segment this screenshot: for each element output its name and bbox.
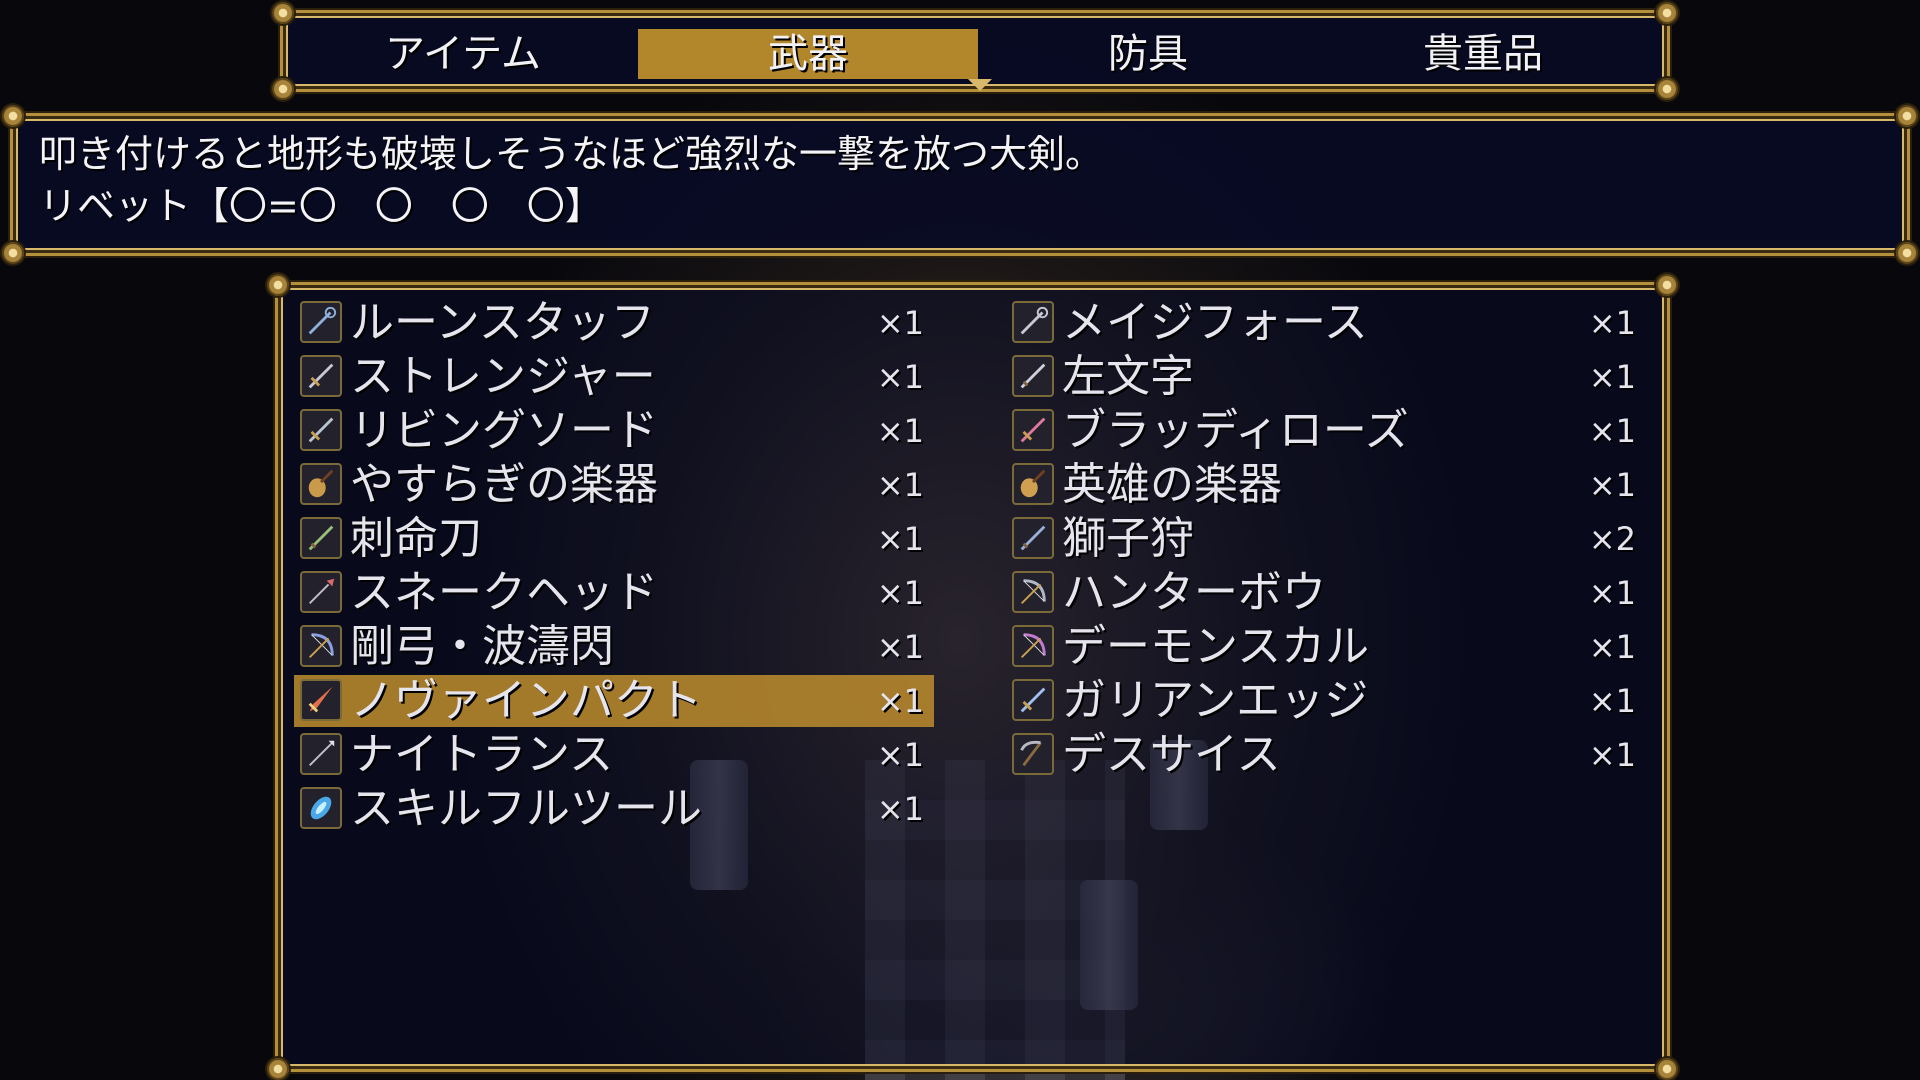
bow-icon <box>1012 625 1054 667</box>
weapon-quantity: ×1 <box>1588 466 1636 504</box>
frame-corner-ornament <box>1896 105 1918 127</box>
weapon-name: メイジフォース <box>1062 297 1368 348</box>
weapon-name: 英雄の楽器 <box>1062 459 1282 510</box>
weapon-name: やすらぎの楽器 <box>350 459 658 510</box>
weapon-name: ストレンジャー <box>350 351 656 402</box>
weapon-name: 剛弓・波濤閃 <box>350 621 614 672</box>
frame-corner-ornament <box>267 1058 289 1080</box>
weapon-name: 獅子狩 <box>1062 513 1194 564</box>
frame-corner-ornament <box>267 274 289 296</box>
weapon-list-item[interactable]: メイジフォース ×1 <box>1006 297 1646 349</box>
frame-corner-ornament <box>1656 78 1678 100</box>
weapon-name: デスサイス <box>1062 729 1281 780</box>
weapon-list-item[interactable]: 英雄の楽器 ×1 <box>1006 459 1646 511</box>
staff-icon <box>300 301 342 343</box>
weapon-quantity: ×1 <box>876 790 924 828</box>
lute-icon <box>300 463 342 505</box>
item-description-window: 叩き付けると地形も破壊しそうなほど強烈な一撃を放つ大剣。 リベット【〇=〇 〇 … <box>2 105 1918 264</box>
frame-corner-ornament <box>272 2 294 24</box>
weapon-list-item[interactable]: ルーンスタッフ ×1 <box>294 297 934 349</box>
weapon-quantity: ×1 <box>1588 736 1636 774</box>
weapon-list-item[interactable]: ストレンジャー ×1 <box>294 351 934 403</box>
sword-icon <box>1012 679 1054 721</box>
katana-icon <box>1012 517 1054 559</box>
katana-icon <box>1012 355 1054 397</box>
weapon-name: スネークヘッド <box>350 567 658 618</box>
weapon-list-item[interactable]: スキルフルツール ×1 <box>294 783 934 835</box>
weapon-name: デーモンスカル <box>1062 621 1370 672</box>
weapon-name: ナイトランス <box>350 729 614 780</box>
weapon-list-item[interactable]: 刺命刀 ×1 <box>294 513 934 565</box>
weapon-name: ガリアンエッジ <box>1062 675 1369 726</box>
weapon-list-item[interactable]: 剛弓・波濤閃 ×1 <box>294 621 934 673</box>
frame-corner-ornament <box>272 78 294 100</box>
description-line-2: リベット【〇=〇 〇 〇 〇】 <box>39 184 603 228</box>
weapon-name: 左文字 <box>1062 351 1194 402</box>
lance-icon <box>300 733 342 775</box>
weapon-list-item[interactable]: スネークヘッド ×1 <box>294 567 934 619</box>
katana-icon <box>300 517 342 559</box>
weapon-quantity: ×1 <box>1588 628 1636 666</box>
tab-armor[interactable]: 防具 <box>978 29 1318 79</box>
weapon-name: ノヴァインパクト <box>350 675 702 726</box>
weapon-quantity: ×1 <box>876 466 924 504</box>
weapon-name: ルーンスタッフ <box>350 297 655 348</box>
weapon-list-item[interactable]: リビングソード ×1 <box>294 405 934 457</box>
tool-icon <box>300 787 342 829</box>
weapon-name: リビングソード <box>350 405 658 456</box>
frame-corner-ornament <box>1656 274 1678 296</box>
weapon-quantity: ×1 <box>876 412 924 450</box>
weapon-quantity: ×1 <box>1588 412 1636 450</box>
spear-icon <box>300 571 342 613</box>
frame-corner-ornament <box>1896 242 1918 264</box>
weapon-list-item[interactable]: ブラッディローズ ×1 <box>1006 405 1646 457</box>
sword-icon <box>300 409 342 451</box>
weapon-name: スキルフルツール <box>350 783 702 834</box>
scythe-icon <box>1012 733 1054 775</box>
weapon-quantity: ×1 <box>876 520 924 558</box>
weapon-list-item[interactable]: ガリアンエッジ ×1 <box>1006 675 1646 727</box>
frame-corner-ornament <box>1656 2 1678 24</box>
weapon-list-item[interactable]: ナイトランス ×1 <box>294 729 934 781</box>
frame-corner-ornament <box>1656 1058 1678 1080</box>
bow-icon <box>1012 571 1054 613</box>
staff-icon <box>1012 301 1054 343</box>
lute-icon <box>1012 463 1054 505</box>
weapon-list-item[interactable]: デーモンスカル ×1 <box>1006 621 1646 673</box>
bow-icon <box>300 625 342 667</box>
frame-corner-ornament <box>2 105 24 127</box>
tab-weapons[interactable]: 武器 <box>638 29 978 79</box>
weapon-quantity: ×1 <box>876 358 924 396</box>
category-tab-bar: アイテム 武器 防具 貴重品 <box>272 2 1678 100</box>
description-line-1: 叩き付けると地形も破壊しそうなほど強烈な一撃を放つ大剣。 <box>39 132 1104 176</box>
weapon-quantity: ×1 <box>876 682 924 720</box>
tab-cursor-arrow-icon <box>968 79 992 91</box>
weapon-list-item[interactable]: 獅子狩 ×2 <box>1006 513 1646 565</box>
weapon-name: 刺命刀 <box>350 513 482 564</box>
weapon-list-item[interactable]: やすらぎの楽器 ×1 <box>294 459 934 511</box>
weapon-quantity: ×1 <box>876 574 924 612</box>
sword-icon <box>1012 409 1054 451</box>
weapon-quantity: ×1 <box>876 736 924 774</box>
weapon-quantity: ×1 <box>876 628 924 666</box>
weapon-list-window: ルーンスタッフ ×1 ストレンジャー ×1 リビングソード ×1 やすらぎの楽器 ×1 刺命刀 ×… <box>267 274 1678 1080</box>
tab-valuables[interactable]: 貴重品 <box>1313 29 1653 79</box>
weapon-quantity: ×2 <box>1588 520 1636 558</box>
sword-icon <box>300 355 342 397</box>
weapon-quantity: ×1 <box>1588 682 1636 720</box>
frame-corner-ornament <box>2 242 24 264</box>
weapon-quantity: ×1 <box>1588 304 1636 342</box>
weapon-name: ブラッディローズ <box>1062 405 1409 456</box>
weapon-list-item[interactable]: デスサイス ×1 <box>1006 729 1646 781</box>
weapon-list-item[interactable]: ハンターボウ ×1 <box>1006 567 1646 619</box>
weapon-list-item[interactable]: 左文字 ×1 <box>1006 351 1646 403</box>
weapon-quantity: ×1 <box>1588 358 1636 396</box>
greatsword-icon <box>300 679 342 721</box>
weapon-list-item[interactable]: ノヴァインパクト ×1 <box>294 675 934 727</box>
weapon-name: ハンターボウ <box>1062 567 1326 618</box>
weapon-quantity: ×1 <box>876 304 924 342</box>
weapon-quantity: ×1 <box>1588 574 1636 612</box>
tab-items[interactable]: アイテム <box>283 29 643 79</box>
